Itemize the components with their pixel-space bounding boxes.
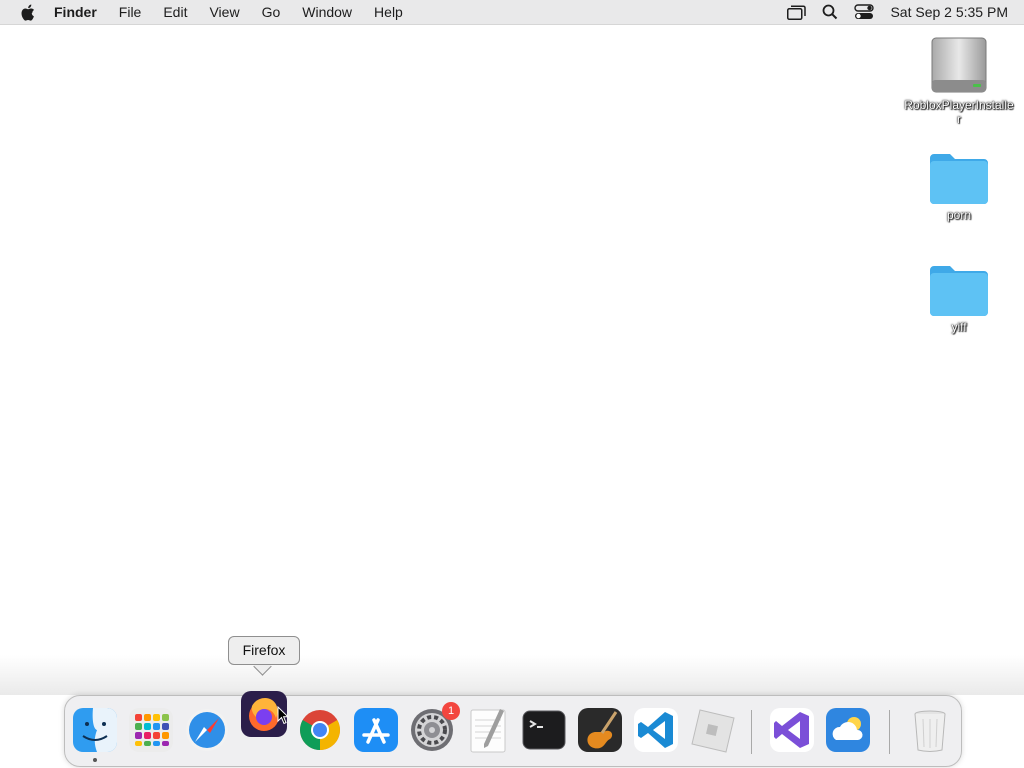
dock-reflection (0, 655, 1024, 695)
safari-icon (186, 709, 228, 751)
status-area: Sat Sep 2 5:35 PM (786, 0, 1024, 24)
dock-item-terminal[interactable] (520, 706, 568, 754)
menu-edit[interactable]: Edit (163, 0, 187, 24)
dock-item-chrome[interactable] (296, 706, 344, 754)
weather-icon (826, 708, 870, 752)
textedit-icon (470, 709, 506, 753)
mouse-pointer-icon (277, 706, 289, 725)
garageband-icon (578, 708, 622, 752)
menu-bar: Finder File Edit View Go Window Help Sat… (0, 0, 1024, 25)
dock-item-safari[interactable] (183, 706, 231, 754)
notification-badge: 1 (442, 702, 460, 720)
search-icon[interactable] (820, 3, 840, 21)
dock-item-finder[interactable] (71, 706, 119, 754)
dock-item-vscode[interactable] (632, 706, 680, 754)
dock-item-textedit[interactable] (464, 706, 512, 754)
menu-file[interactable]: File (119, 0, 142, 24)
launchpad-icon (129, 708, 173, 752)
apple-logo-icon[interactable] (19, 3, 35, 21)
dock-tooltip: Firefox (228, 636, 300, 665)
menu-app-name[interactable]: Finder (54, 0, 97, 24)
trash-icon (914, 710, 946, 752)
dock-item-launchpad[interactable] (127, 706, 175, 754)
dock-item-trash[interactable] (906, 706, 954, 754)
app-store-icon (354, 708, 398, 752)
dock-item-weather[interactable] (824, 706, 872, 754)
menu-go[interactable]: Go (262, 0, 281, 24)
menu-clock[interactable]: Sat Sep 2 5:35 PM (890, 4, 1008, 20)
dock-item-visual-studio[interactable] (768, 706, 816, 754)
visual-studio-icon (770, 708, 814, 752)
folder-icon (930, 154, 988, 204)
dock-separator (889, 710, 890, 754)
folder-icon (930, 266, 988, 316)
dock-item-garageband[interactable] (576, 706, 624, 754)
desktop-item-label: yiff (951, 320, 967, 334)
menu-help[interactable]: Help (374, 0, 403, 24)
roblox-icon (691, 709, 735, 753)
desktop-item-label: porn (946, 208, 972, 222)
dock-item-roblox[interactable] (688, 706, 736, 754)
control-center-icon[interactable] (854, 3, 875, 21)
desktop-item-yiff[interactable]: yiff (899, 262, 1019, 334)
menu-view[interactable]: View (209, 0, 239, 24)
window-overview-icon[interactable] (786, 3, 806, 21)
dock-separator (751, 710, 752, 754)
running-indicator (93, 758, 97, 762)
terminal-icon (522, 710, 566, 750)
vscode-icon (634, 708, 678, 752)
dock-item-app-store[interactable] (352, 706, 400, 754)
finder-icon (73, 708, 117, 752)
desktop-item-label: RobloxPlayerInstaller (904, 98, 1014, 126)
desktop-item-robloxplayerinstaller[interactable]: RobloxPlayerInstaller (899, 36, 1019, 126)
desktop-item-porn[interactable]: porn (899, 150, 1019, 222)
disk-image-icon (931, 37, 987, 93)
chrome-icon (300, 710, 340, 750)
menu-window[interactable]: Window (302, 0, 352, 24)
